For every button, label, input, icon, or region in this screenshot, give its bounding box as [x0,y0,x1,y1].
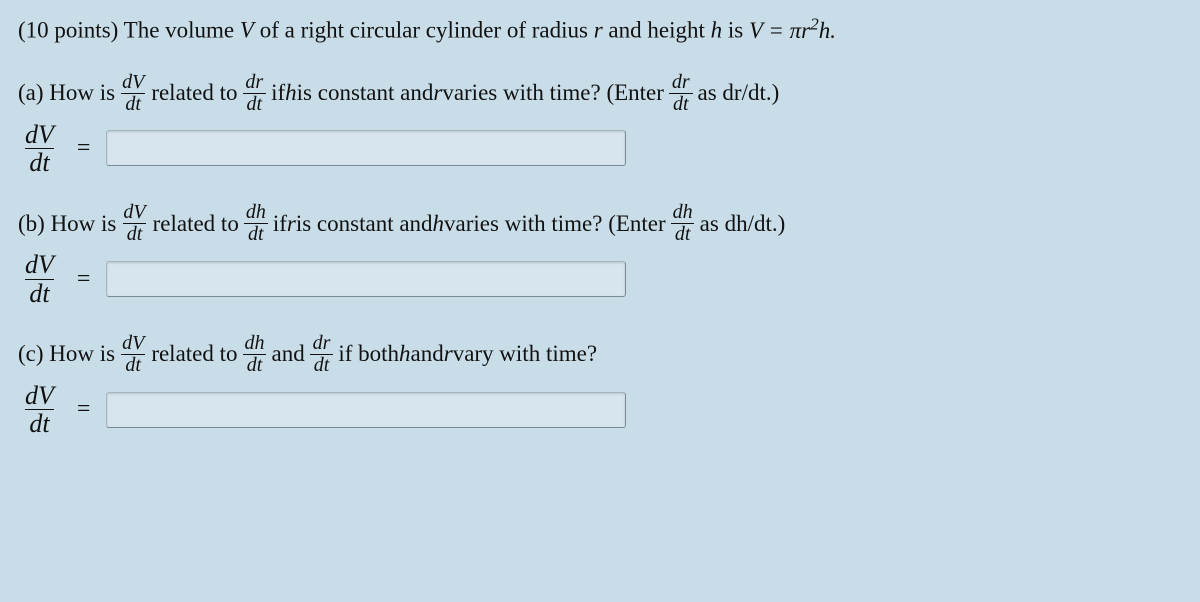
frac-dh-dt-b2: dh dt [671,202,695,245]
frac-num: dV [120,333,146,354]
frac-den: dt [121,93,145,115]
part-c-answer-row: dV dt = [18,382,1182,438]
frac-den: dt [671,223,695,245]
frac-num: dr [243,72,265,93]
points-label: (10 points) [18,18,124,43]
part-a-label: (a) How is [18,80,115,106]
frac-num: dh [671,202,695,223]
frac-dh-dt-c: dh dt [243,333,267,376]
frac-num: dr [670,72,692,93]
intro-h: h [711,18,723,43]
frac-den: dt [243,93,267,115]
frac-dr-dt-a: dr dt [243,72,267,115]
frac-num: dV [23,121,56,148]
part-a-input[interactable] [106,130,626,166]
problem-intro: (10 points) The volume V of a right circ… [18,14,1182,44]
intro-sup: 2 [810,14,819,33]
part-a-mid2: if [271,80,285,106]
part-a: (a) How is dV dt related to dr dt if h i… [18,72,1182,177]
part-a-r: r [433,80,442,106]
intro-formula: V = πr2h. [749,18,836,43]
part-b-r: r [287,211,296,237]
frac-den: dt [244,223,268,245]
part-b-mid2: if [273,211,287,237]
frac-dV-dt-c: dV dt [120,333,146,376]
frac-num: dV [120,72,146,93]
frac-den: dt [25,148,53,176]
part-b-mid3: is constant and [296,211,433,237]
frac-num: dr [311,333,333,354]
part-c-mid5: vary with time? [453,341,597,367]
part-a-mid5: as dr/dt.) [698,80,780,106]
intro-t3: and height [603,18,711,43]
intro-t2: of a right circular cylinder of radius [254,18,594,43]
frac-num: dh [243,333,267,354]
frac-den: dt [243,354,267,376]
frac-dV-dt-b: dV dt [121,202,147,245]
frac-num: dV [23,382,56,409]
part-c-r: r [444,341,453,367]
part-b-mid4: varies with time? (Enter [444,211,666,237]
part-c-mid1: related to [151,341,237,367]
frac-den: dt [25,279,53,307]
part-c-input[interactable] [106,392,626,428]
frac-dV-dt-c-ans: dV dt [23,382,56,438]
part-a-mid4: varies with time? (Enter [442,80,664,106]
part-a-h: h [285,80,297,106]
frac-den: dt [121,354,145,376]
part-a-mid1: related to [151,80,237,106]
part-c-label: (c) How is [18,341,115,367]
part-b-question: (b) How is dV dt related to dh dt if r i… [18,202,1182,245]
frac-num: dV [23,251,56,278]
part-c-question: (c) How is dV dt related to dh dt and dr… [18,333,1182,376]
part-b-label: (b) How is [18,211,116,237]
frac-dh-dt-b: dh dt [244,202,268,245]
part-c: (c) How is dV dt related to dh dt and dr… [18,333,1182,438]
part-b-input[interactable] [106,261,626,297]
frac-den: dt [669,93,693,115]
part-c-mid3: if both [338,341,399,367]
intro-V: V [240,18,254,43]
part-a-question: (a) How is dV dt related to dr dt if h i… [18,72,1182,115]
frac-dr-dt-a2: dr dt [669,72,693,115]
frac-den: dt [25,409,53,437]
part-b-h: h [433,211,445,237]
equals-sign: = [77,266,91,293]
part-a-answer-row: dV dt = [18,121,1182,177]
frac-den: dt [310,354,334,376]
frac-num: dV [121,202,147,223]
equals-sign: = [77,396,91,423]
frac-dV-dt-a-ans: dV dt [23,121,56,177]
part-b: (b) How is dV dt related to dh dt if r i… [18,202,1182,307]
part-c-h: h [399,341,411,367]
frac-num: dh [244,202,268,223]
part-b-mid5: as dh/dt.) [700,211,786,237]
frac-dV-dt-a: dV dt [120,72,146,115]
intro-t1: The volume [124,18,240,43]
intro-t4: is [722,18,749,43]
intro-eq2: h. [819,18,836,43]
intro-r: r [594,18,603,43]
frac-dV-dt-b-ans: dV dt [23,251,56,307]
part-c-mid2: and [272,341,305,367]
part-b-answer-row: dV dt = [18,251,1182,307]
frac-dr-dt-c: dr dt [310,333,334,376]
part-a-mid3: is constant and [297,80,434,106]
part-c-mid4: and [411,341,444,367]
equals-sign: = [77,135,91,162]
frac-den: dt [123,223,147,245]
intro-eq: V = πr [749,18,810,43]
part-b-mid1: related to [153,211,239,237]
